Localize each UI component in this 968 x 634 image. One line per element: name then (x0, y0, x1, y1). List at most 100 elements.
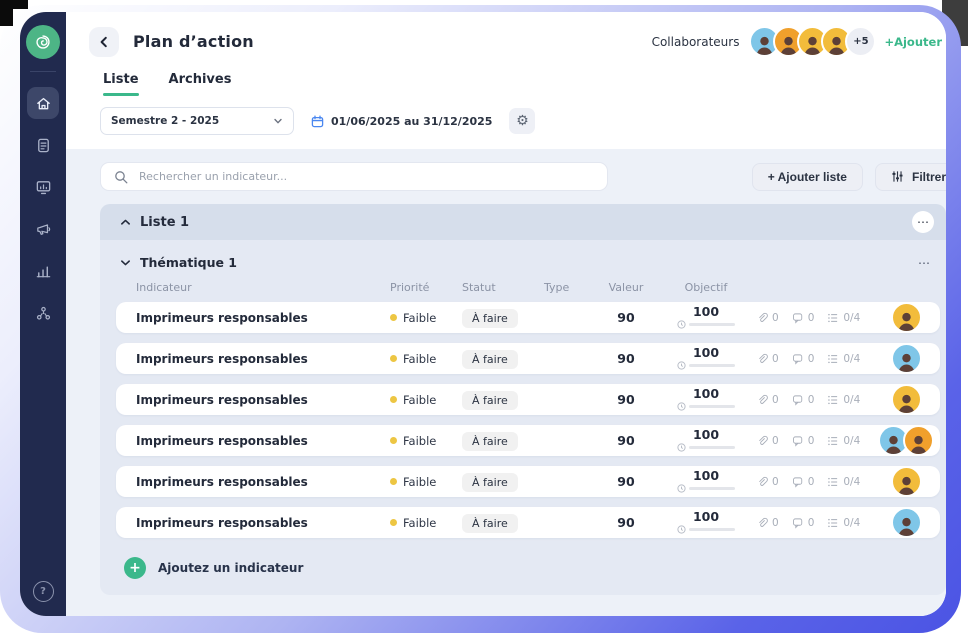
avatar (903, 425, 934, 456)
comments[interactable]: 0 (792, 394, 815, 406)
comments[interactable]: 0 (792, 353, 815, 365)
status-badge[interactable]: À faire (462, 432, 518, 451)
attachments[interactable]: 0 (756, 312, 779, 324)
checklist[interactable]: 0/4 (827, 435, 860, 447)
attachments[interactable]: 0 (756, 353, 779, 365)
indicator-name: Imprimeurs responsables (116, 475, 390, 489)
chevron-down-icon[interactable] (120, 257, 131, 268)
priority-cell: Faible (390, 475, 462, 489)
status-cell[interactable]: À faire (462, 307, 544, 328)
comments[interactable]: 0 (792, 312, 815, 324)
collaborators-extra-count[interactable]: +5 (845, 26, 876, 57)
add-collaborator-button[interactable]: +Ajouter (884, 35, 942, 49)
checklist-icon (827, 517, 839, 529)
sidebar-divider (30, 71, 56, 72)
settings-button[interactable]: ⚙ (509, 108, 535, 134)
table-row[interactable]: Imprimeurs responsables Faible À faire 9… (116, 302, 940, 333)
sidebar-item-home[interactable] (27, 87, 59, 119)
status-cell[interactable]: À faire (462, 512, 544, 533)
checklist[interactable]: 0/4 (827, 476, 860, 488)
status-cell[interactable]: À faire (462, 348, 544, 369)
sidebar-item-network[interactable] (27, 297, 59, 329)
gear-icon: ⚙ (516, 113, 529, 129)
status-badge[interactable]: À faire (462, 309, 518, 328)
table-row[interactable]: Imprimeurs responsables Faible À faire 9… (116, 384, 940, 415)
comments[interactable]: 0 (792, 517, 815, 529)
sidebar-item-documents[interactable] (27, 129, 59, 161)
sidebar-item-announcements[interactable] (27, 213, 59, 245)
objective-progress (677, 320, 735, 329)
status-cell[interactable]: À faire (462, 471, 544, 492)
indicator-name: Imprimeurs responsables (116, 393, 390, 407)
bar-chart-icon (35, 263, 52, 280)
comments[interactable]: 0 (792, 435, 815, 447)
screen: ? Plan d’action Collaborateurs (0, 0, 968, 634)
checklist[interactable]: 0/4 (827, 394, 860, 406)
help-button[interactable]: ? (33, 581, 54, 602)
monitor-chart-icon (35, 179, 52, 196)
tab-liste[interactable]: Liste (103, 72, 139, 96)
table-row[interactable]: Imprimeurs responsables Faible À faire 9… (116, 507, 940, 538)
theme-header[interactable]: Thématique 1 ⋯ (100, 252, 946, 281)
person-silhouette-icon (895, 349, 918, 372)
period-select[interactable]: Semestre 2 - 2025 (100, 107, 294, 135)
chevron-up-icon[interactable] (120, 217, 131, 228)
objective-cell: 100 (656, 511, 756, 535)
theme-menu-button[interactable]: ⋯ (918, 257, 930, 269)
chevron-left-icon (98, 36, 110, 48)
main-panel: Plan d’action Collaborateurs +5 +Ajouter (66, 12, 946, 616)
comments[interactable]: 0 (792, 476, 815, 488)
page-title: Plan d’action (133, 32, 254, 51)
sidebar-item-statistics[interactable] (27, 255, 59, 287)
attachments[interactable]: 0 (756, 394, 779, 406)
attachments[interactable]: 0 (756, 476, 779, 488)
checklist[interactable]: 0/4 (827, 517, 860, 529)
status-cell[interactable]: À faire (462, 389, 544, 410)
app-logo[interactable] (26, 25, 60, 59)
table-row[interactable]: Imprimeurs responsables Faible À faire 9… (116, 343, 940, 374)
back-button[interactable] (89, 27, 119, 57)
meta-cell: 0 0 0/4 (756, 517, 872, 529)
status-cell[interactable]: À faire (462, 430, 544, 451)
chevron-down-icon (273, 116, 283, 126)
status-badge[interactable]: À faire (462, 473, 518, 492)
filter-button[interactable]: Filtrer (875, 163, 946, 191)
megaphone-icon (35, 221, 52, 238)
table-row[interactable]: Imprimeurs responsables Faible À faire 9… (116, 466, 940, 497)
progress-track (689, 487, 735, 490)
content-area: + Ajouter liste Filtrer (66, 149, 946, 616)
list-title: Liste 1 (140, 215, 189, 230)
search-box[interactable] (100, 162, 608, 191)
row-avatars (872, 466, 940, 497)
avatar (891, 466, 922, 497)
list-menu-button[interactable]: ⋯ (912, 211, 934, 233)
tab-archives[interactable]: Archives (169, 72, 232, 96)
value-cell: 90 (596, 433, 656, 448)
status-badge[interactable]: À faire (462, 350, 518, 369)
date-range-field[interactable]: 01/06/2025 au 31/12/2025 (311, 115, 492, 128)
column-value: Valeur (596, 281, 656, 294)
status-badge[interactable]: À faire (462, 391, 518, 410)
tab-liste-label: Liste (103, 72, 139, 87)
row-avatars (872, 343, 940, 374)
status-badge[interactable]: À faire (462, 514, 518, 533)
objective-cell: 100 (656, 429, 756, 453)
search-input[interactable] (137, 169, 594, 184)
attachments[interactable]: 0 (756, 517, 779, 529)
objective-progress (677, 361, 735, 370)
clock-icon (677, 525, 686, 534)
table-row[interactable]: Imprimeurs responsables Faible À faire 9… (116, 425, 940, 456)
sidebar-item-dashboard[interactable] (27, 171, 59, 203)
list-header[interactable]: Liste 1 ⋯ (100, 204, 946, 240)
priority-cell: Faible (390, 516, 462, 530)
checklist[interactable]: 0/4 (827, 353, 860, 365)
add-indicator-button[interactable]: + Ajoutez un indicateur (100, 548, 946, 581)
attachments-count: 0 (772, 394, 779, 406)
attachments[interactable]: 0 (756, 435, 779, 447)
progress-track (689, 405, 735, 408)
priority-dot-icon (390, 355, 397, 362)
checklist[interactable]: 0/4 (827, 312, 860, 324)
progress-track (689, 364, 735, 367)
add-list-button[interactable]: + Ajouter liste (752, 163, 863, 191)
comments-count: 0 (808, 353, 815, 365)
